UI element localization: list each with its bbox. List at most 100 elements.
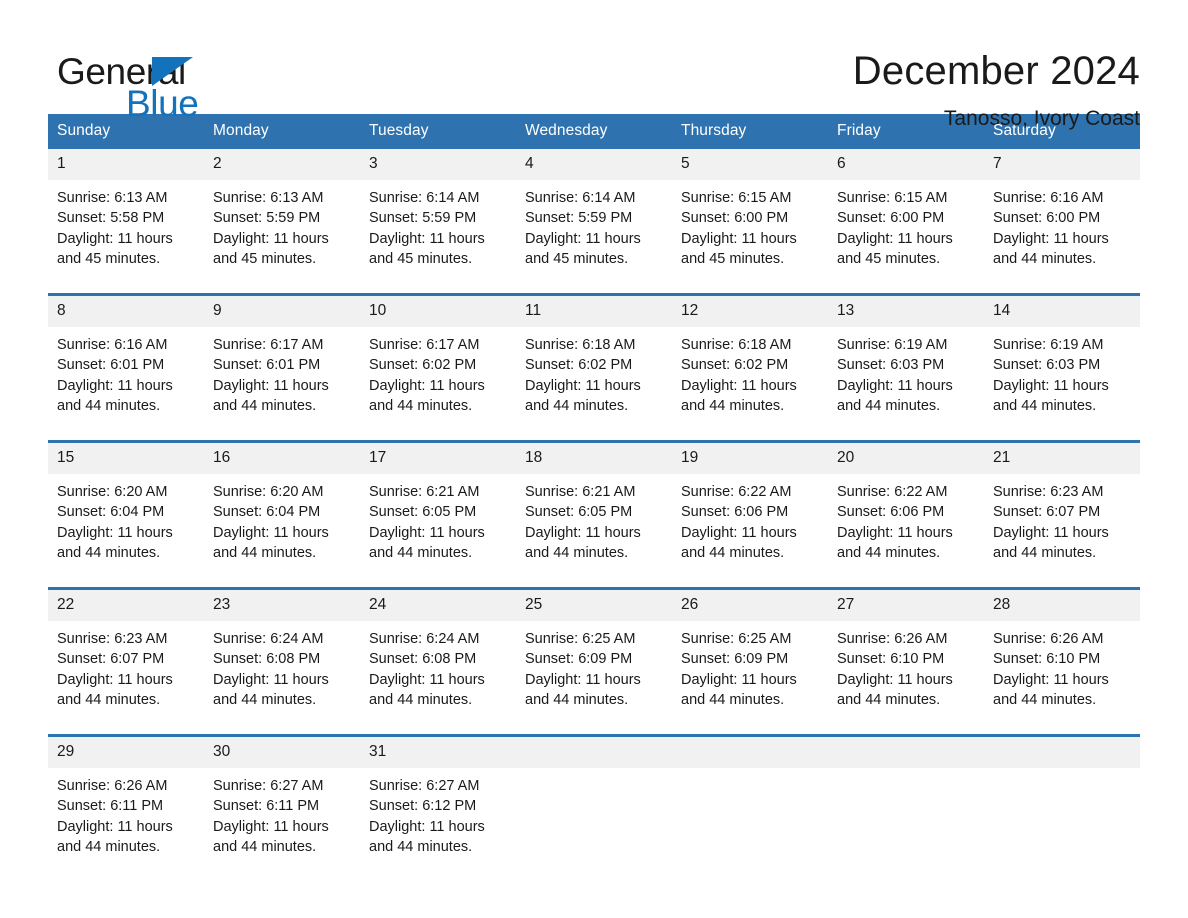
day-number[interactable]: 9 — [204, 293, 360, 327]
day-number[interactable]: 15 — [48, 440, 204, 474]
day-detail-cell: Sunrise: 6:27 AM Sunset: 6:12 PM Dayligh… — [360, 768, 516, 881]
day-number[interactable]: 3 — [360, 149, 516, 180]
sunset-text: Sunset: 6:09 PM — [525, 651, 633, 668]
empty-detail-cell — [984, 768, 1140, 881]
day-number[interactable]: 30 — [204, 734, 360, 768]
sunrise-text: Sunrise: 6:21 AM — [369, 484, 480, 500]
title-block: December 2024 Tanosso, Ivory Coast — [853, 46, 1140, 132]
logo-text-blue: Blue — [126, 83, 199, 124]
day-number[interactable]: 7 — [984, 149, 1140, 180]
sunset-text: Sunset: 6:08 PM — [369, 651, 477, 668]
day-number[interactable]: 26 — [672, 587, 828, 621]
day-number[interactable]: 23 — [204, 587, 360, 621]
sunset-text: Sunset: 6:00 PM — [681, 210, 789, 227]
day-number[interactable]: 24 — [360, 587, 516, 621]
sunrise-text: Sunrise: 6:20 AM — [213, 484, 324, 500]
weekday-header-thursday: Thursday — [672, 114, 828, 149]
day-number[interactable]: 22 — [48, 587, 204, 621]
daylight-text: Daylight: 11 hours and 44 minutes. — [369, 377, 485, 414]
sunset-text: Sunset: 6:00 PM — [993, 210, 1101, 227]
daylight-text: Daylight: 11 hours and 44 minutes. — [525, 377, 641, 414]
day-number[interactable]: 11 — [516, 293, 672, 327]
day-number[interactable]: 25 — [516, 587, 672, 621]
sunrise-text: Sunrise: 6:20 AM — [57, 484, 168, 500]
sunrise-text: Sunrise: 6:15 AM — [681, 190, 792, 206]
day-number[interactable]: 16 — [204, 440, 360, 474]
day-number[interactable]: 17 — [360, 440, 516, 474]
day-number[interactable]: 6 — [828, 149, 984, 180]
day-number[interactable]: 5 — [672, 149, 828, 180]
day-number[interactable]: 21 — [984, 440, 1140, 474]
day-number[interactable]: 28 — [984, 587, 1140, 621]
day-number[interactable]: 13 — [828, 293, 984, 327]
calendar-body: 1 2 3 4 5 6 7 Sunrise: 6:13 AM Sunset: 5… — [48, 149, 1140, 881]
day-detail-cell: Sunrise: 6:18 AM Sunset: 6:02 PM Dayligh… — [672, 327, 828, 442]
day-detail-cell: Sunrise: 6:26 AM Sunset: 6:10 PM Dayligh… — [828, 621, 984, 736]
day-number[interactable]: 20 — [828, 440, 984, 474]
sunrise-text: Sunrise: 6:25 AM — [525, 631, 636, 647]
daylight-text: Daylight: 11 hours and 44 minutes. — [993, 230, 1109, 267]
sunrise-text: Sunrise: 6:13 AM — [213, 190, 324, 206]
sunset-text: Sunset: 6:01 PM — [57, 357, 165, 374]
sunrise-text: Sunrise: 6:16 AM — [57, 337, 168, 353]
daylight-text: Daylight: 11 hours and 44 minutes. — [837, 377, 953, 414]
day-detail-cell: Sunrise: 6:18 AM Sunset: 6:02 PM Dayligh… — [516, 327, 672, 442]
sunrise-sunset-calendar: Sunday Monday Tuesday Wednesday Thursday… — [48, 114, 1140, 881]
sunset-text: Sunset: 5:59 PM — [369, 210, 477, 227]
sunrise-text: Sunrise: 6:22 AM — [681, 484, 792, 500]
week-detail-row: Sunrise: 6:20 AM Sunset: 6:04 PM Dayligh… — [48, 474, 1140, 589]
day-number[interactable]: 8 — [48, 293, 204, 327]
day-detail-cell: Sunrise: 6:25 AM Sunset: 6:09 PM Dayligh… — [672, 621, 828, 736]
day-number[interactable]: 4 — [516, 149, 672, 180]
empty-day-cell — [828, 734, 984, 768]
day-number[interactable]: 12 — [672, 293, 828, 327]
day-detail-cell: Sunrise: 6:26 AM Sunset: 6:11 PM Dayligh… — [48, 768, 204, 881]
day-detail-cell: Sunrise: 6:24 AM Sunset: 6:08 PM Dayligh… — [360, 621, 516, 736]
day-number[interactable]: 31 — [360, 734, 516, 768]
sunrise-text: Sunrise: 6:14 AM — [525, 190, 636, 206]
sunrise-text: Sunrise: 6:24 AM — [369, 631, 480, 647]
daylight-text: Daylight: 11 hours and 44 minutes. — [57, 524, 173, 561]
sunrise-text: Sunrise: 6:14 AM — [369, 190, 480, 206]
daylight-text: Daylight: 11 hours and 45 minutes. — [681, 230, 797, 267]
daylight-text: Daylight: 11 hours and 44 minutes. — [681, 524, 797, 561]
day-number[interactable]: 2 — [204, 149, 360, 180]
week-detail-row: Sunrise: 6:23 AM Sunset: 6:07 PM Dayligh… — [48, 621, 1140, 736]
day-number[interactable]: 18 — [516, 440, 672, 474]
day-detail-cell: Sunrise: 6:13 AM Sunset: 5:59 PM Dayligh… — [204, 180, 360, 295]
sunrise-text: Sunrise: 6:26 AM — [57, 778, 168, 794]
weekday-header-wednesday: Wednesday — [516, 114, 672, 149]
logo-triangle-icon — [152, 57, 193, 86]
daylight-text: Daylight: 11 hours and 44 minutes. — [837, 524, 953, 561]
day-detail-cell: Sunrise: 6:14 AM Sunset: 5:59 PM Dayligh… — [516, 180, 672, 295]
empty-detail-cell — [828, 768, 984, 881]
weekday-header-monday: Monday — [204, 114, 360, 149]
day-number[interactable]: 19 — [672, 440, 828, 474]
sunrise-text: Sunrise: 6:18 AM — [681, 337, 792, 353]
sunrise-text: Sunrise: 6:15 AM — [837, 190, 948, 206]
daylight-text: Daylight: 11 hours and 44 minutes. — [57, 671, 173, 708]
sunrise-text: Sunrise: 6:24 AM — [213, 631, 324, 647]
sunset-text: Sunset: 6:09 PM — [681, 651, 789, 668]
daylight-text: Daylight: 11 hours and 44 minutes. — [525, 671, 641, 708]
day-detail-cell: Sunrise: 6:23 AM Sunset: 6:07 PM Dayligh… — [48, 621, 204, 736]
generalblue-logo[interactable]: General Blue — [48, 46, 208, 124]
day-number[interactable]: 29 — [48, 734, 204, 768]
week-row: 15 16 17 18 19 20 21 — [48, 440, 1140, 474]
day-detail-cell: Sunrise: 6:15 AM Sunset: 6:00 PM Dayligh… — [828, 180, 984, 295]
sunset-text: Sunset: 5:59 PM — [525, 210, 633, 227]
sunset-text: Sunset: 6:07 PM — [993, 504, 1101, 521]
daylight-text: Daylight: 11 hours and 44 minutes. — [369, 818, 485, 855]
sunset-text: Sunset: 6:11 PM — [213, 798, 320, 815]
page-title: December 2024 — [852, 49, 1140, 93]
day-number[interactable]: 14 — [984, 293, 1140, 327]
daylight-text: Daylight: 11 hours and 44 minutes. — [525, 524, 641, 561]
day-number[interactable]: 27 — [828, 587, 984, 621]
day-number[interactable]: 1 — [48, 149, 204, 180]
daylight-text: Daylight: 11 hours and 44 minutes. — [993, 671, 1109, 708]
day-number[interactable]: 10 — [360, 293, 516, 327]
daylight-text: Daylight: 11 hours and 44 minutes. — [57, 377, 173, 414]
sunrise-text: Sunrise: 6:17 AM — [213, 337, 324, 353]
day-detail-cell: Sunrise: 6:22 AM Sunset: 6:06 PM Dayligh… — [828, 474, 984, 589]
sunset-text: Sunset: 6:01 PM — [213, 357, 321, 374]
